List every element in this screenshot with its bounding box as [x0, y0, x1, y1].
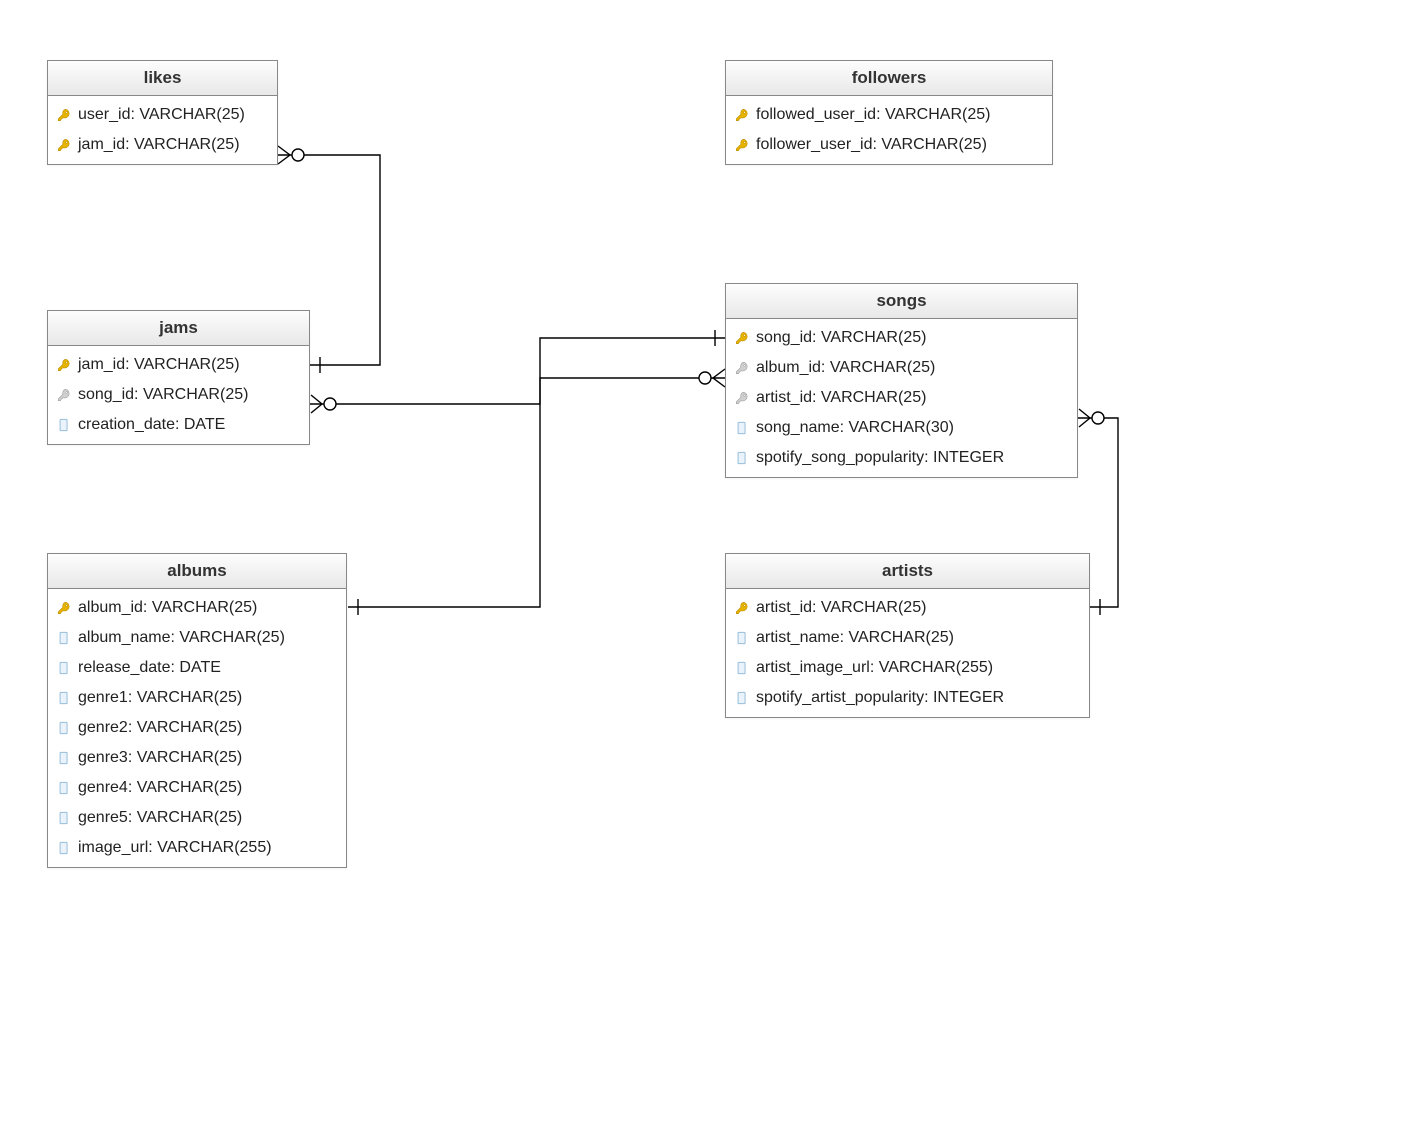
column[interactable]: artist_image_url: VARCHAR(255) [726, 653, 1089, 683]
column-text: jam_id: VARCHAR(25) [78, 356, 240, 374]
column-text: album_id: VARCHAR(25) [78, 599, 257, 617]
column-text: image_url: VARCHAR(255) [78, 839, 272, 857]
column-text: artist_name: VARCHAR(25) [756, 629, 954, 647]
fk-key-icon [734, 360, 750, 376]
column-icon [734, 630, 750, 646]
column-icon [56, 660, 72, 676]
entity-jams[interactable]: jams jam_id: VARCHAR(25) song_id: VARCHA… [47, 310, 310, 445]
entity-body: followed_user_id: VARCHAR(25) follower_u… [726, 96, 1052, 164]
column-icon [734, 660, 750, 676]
pk-key-icon [56, 357, 72, 373]
column[interactable]: spotify_song_popularity: INTEGER [726, 443, 1077, 473]
column-text: genre4: VARCHAR(25) [78, 779, 242, 797]
column-text: user_id: VARCHAR(25) [78, 106, 245, 124]
column-text: spotify_artist_popularity: INTEGER [756, 689, 1004, 707]
column[interactable]: genre3: VARCHAR(25) [48, 743, 346, 773]
column-text: song_id: VARCHAR(25) [756, 329, 926, 347]
column-text: artist_image_url: VARCHAR(255) [756, 659, 993, 677]
column[interactable]: followed_user_id: VARCHAR(25) [726, 100, 1052, 130]
entity-header: likes [48, 61, 277, 96]
fk-key-icon [56, 387, 72, 403]
column[interactable]: jam_id: VARCHAR(25) [48, 130, 277, 160]
column[interactable]: spotify_artist_popularity: INTEGER [726, 683, 1089, 713]
column[interactable]: song_id: VARCHAR(25) [48, 380, 309, 410]
column-text: genre3: VARCHAR(25) [78, 749, 242, 767]
column[interactable]: artist_id: VARCHAR(25) [726, 383, 1077, 413]
column[interactable]: album_id: VARCHAR(25) [48, 593, 346, 623]
entity-header: artists [726, 554, 1089, 589]
entity-header: albums [48, 554, 346, 589]
column[interactable]: song_name: VARCHAR(30) [726, 413, 1077, 443]
column-text: creation_date: DATE [78, 416, 225, 434]
entity-body: user_id: VARCHAR(25) jam_id: VARCHAR(25) [48, 96, 277, 164]
erd-canvas: likes user_id: VARCHAR(25) jam_id: VARCH… [0, 0, 1406, 1140]
column[interactable]: genre1: VARCHAR(25) [48, 683, 346, 713]
column[interactable]: album_name: VARCHAR(25) [48, 623, 346, 653]
column[interactable]: follower_user_id: VARCHAR(25) [726, 130, 1052, 160]
entity-body: jam_id: VARCHAR(25) song_id: VARCHAR(25)… [48, 346, 309, 444]
column-text: artist_id: VARCHAR(25) [756, 599, 926, 617]
column[interactable]: user_id: VARCHAR(25) [48, 100, 277, 130]
column-text: album_name: VARCHAR(25) [78, 629, 285, 647]
column-icon [56, 720, 72, 736]
pk-key-icon [734, 330, 750, 346]
column-text: jam_id: VARCHAR(25) [78, 136, 240, 154]
entity-albums[interactable]: albums album_id: VARCHAR(25) album_name:… [47, 553, 347, 868]
column-text: genre1: VARCHAR(25) [78, 689, 242, 707]
column[interactable]: creation_date: DATE [48, 410, 309, 440]
entity-body: song_id: VARCHAR(25) album_id: VARCHAR(2… [726, 319, 1077, 477]
entity-header: jams [48, 311, 309, 346]
column[interactable]: song_id: VARCHAR(25) [726, 323, 1077, 353]
column[interactable]: genre4: VARCHAR(25) [48, 773, 346, 803]
column-icon [56, 690, 72, 706]
column-text: followed_user_id: VARCHAR(25) [756, 106, 990, 124]
column[interactable]: jam_id: VARCHAR(25) [48, 350, 309, 380]
column[interactable]: release_date: DATE [48, 653, 346, 683]
column-icon [56, 630, 72, 646]
column-icon [56, 750, 72, 766]
fk-key-icon [734, 390, 750, 406]
entity-header: songs [726, 284, 1077, 319]
column[interactable]: album_id: VARCHAR(25) [726, 353, 1077, 383]
column[interactable]: genre2: VARCHAR(25) [48, 713, 346, 743]
column-text: genre2: VARCHAR(25) [78, 719, 242, 737]
column-icon [734, 420, 750, 436]
column[interactable]: artist_name: VARCHAR(25) [726, 623, 1089, 653]
column-icon [56, 417, 72, 433]
entity-body: album_id: VARCHAR(25) album_name: VARCHA… [48, 589, 346, 867]
column-text: genre5: VARCHAR(25) [78, 809, 242, 827]
column[interactable]: image_url: VARCHAR(255) [48, 833, 346, 863]
entity-songs[interactable]: songs song_id: VARCHAR(25) album_id: VAR… [725, 283, 1078, 478]
column-icon [56, 780, 72, 796]
column-icon [734, 690, 750, 706]
column-icon [56, 810, 72, 826]
pk-key-icon [734, 137, 750, 153]
column[interactable]: artist_id: VARCHAR(25) [726, 593, 1089, 623]
entity-artists[interactable]: artists artist_id: VARCHAR(25) artist_na… [725, 553, 1090, 718]
column-text: song_name: VARCHAR(30) [756, 419, 954, 437]
column-text: artist_id: VARCHAR(25) [756, 389, 926, 407]
pk-key-icon [734, 600, 750, 616]
pk-key-icon [734, 107, 750, 123]
column-text: spotify_song_popularity: INTEGER [756, 449, 1004, 467]
column-icon [734, 450, 750, 466]
entity-header: followers [726, 61, 1052, 96]
column-text: album_id: VARCHAR(25) [756, 359, 935, 377]
pk-key-icon [56, 600, 72, 616]
column-text: release_date: DATE [78, 659, 221, 677]
entity-likes[interactable]: likes user_id: VARCHAR(25) jam_id: VARCH… [47, 60, 278, 165]
column-text: song_id: VARCHAR(25) [78, 386, 248, 404]
pk-key-icon [56, 137, 72, 153]
column[interactable]: genre5: VARCHAR(25) [48, 803, 346, 833]
column-icon [56, 840, 72, 856]
entity-body: artist_id: VARCHAR(25) artist_name: VARC… [726, 589, 1089, 717]
pk-key-icon [56, 107, 72, 123]
entity-followers[interactable]: followers followed_user_id: VARCHAR(25) … [725, 60, 1053, 165]
column-text: follower_user_id: VARCHAR(25) [756, 136, 987, 154]
